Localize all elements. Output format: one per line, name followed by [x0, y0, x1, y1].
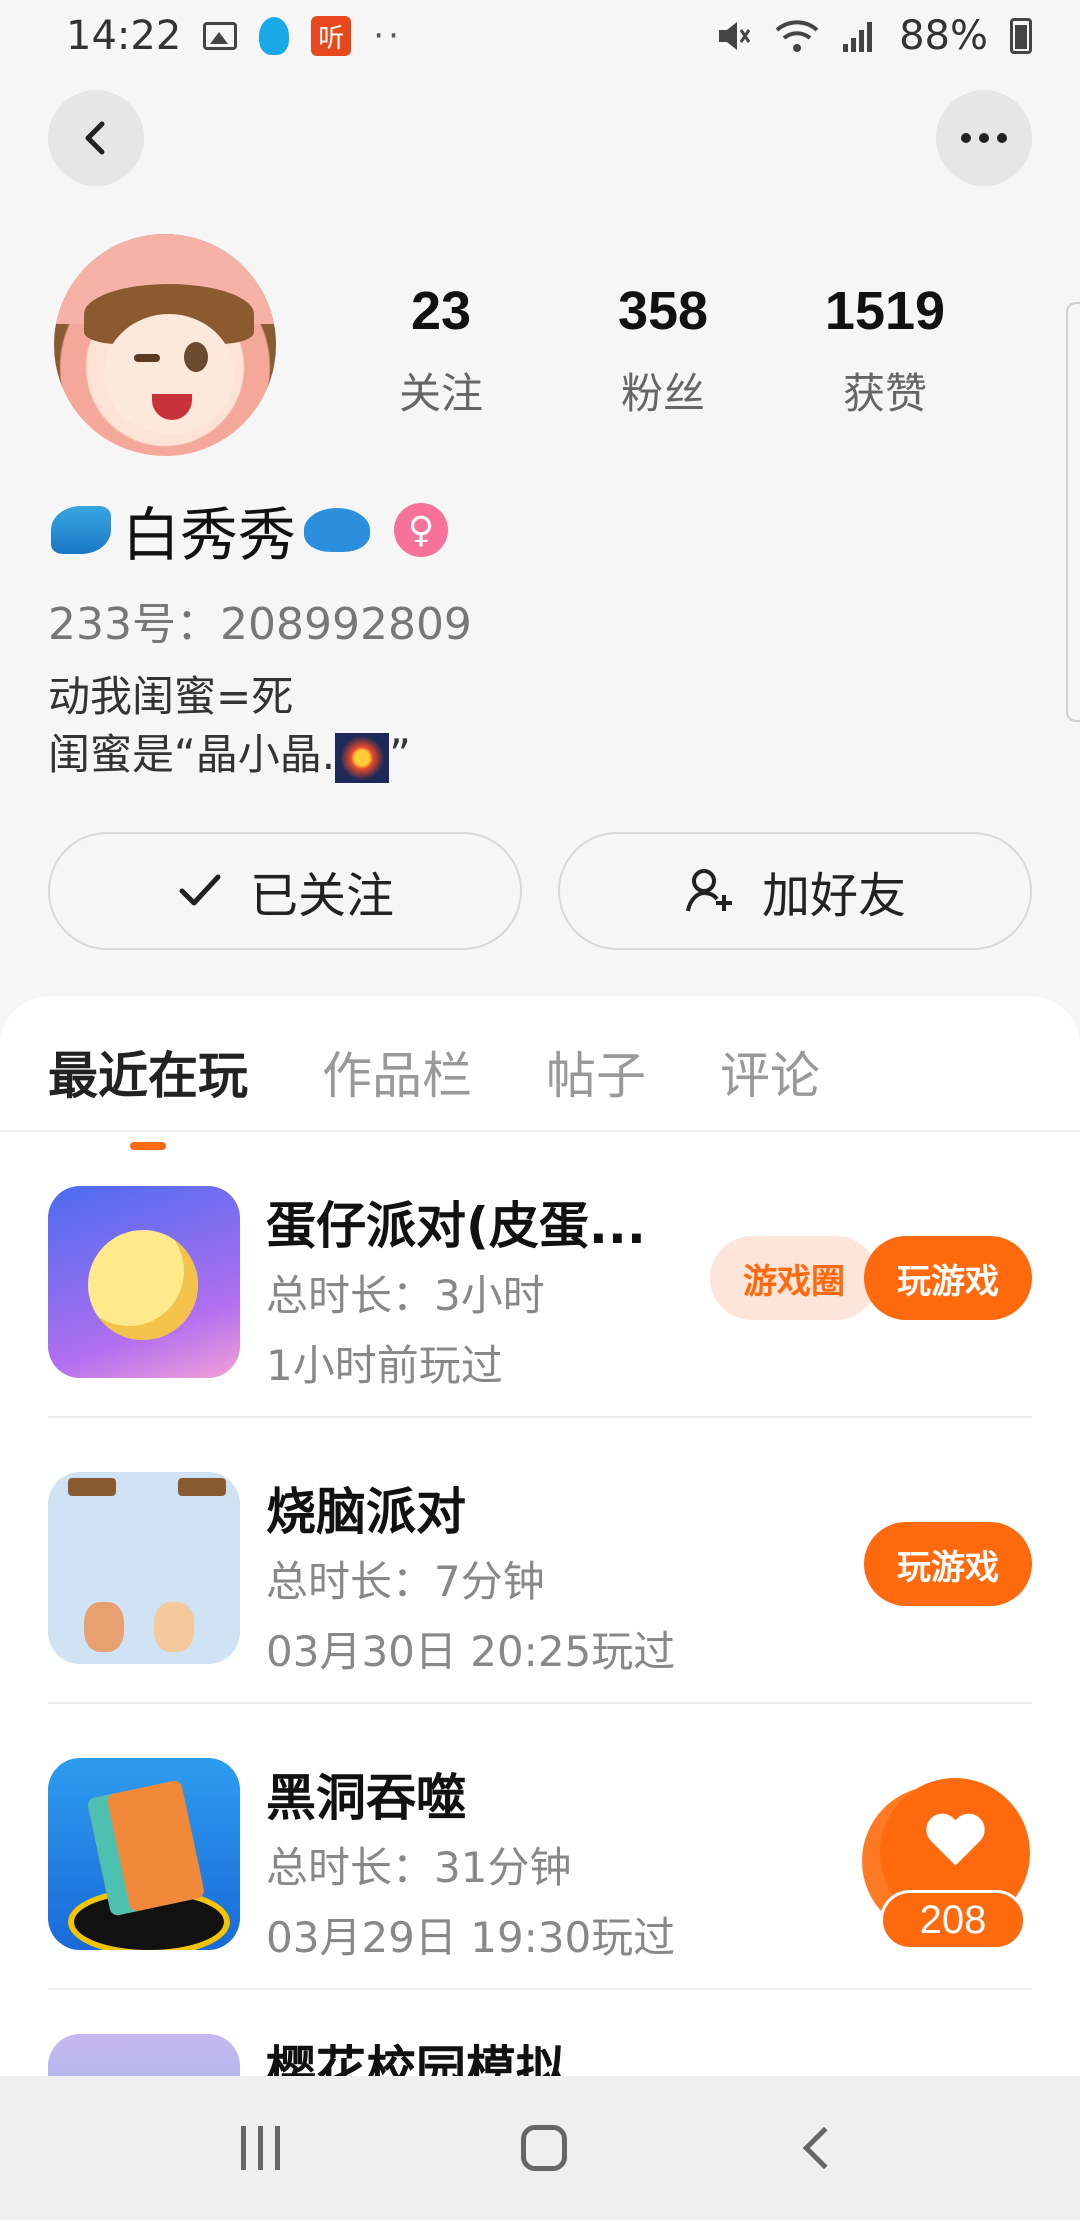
ting-icon: 听	[311, 16, 352, 56]
game-last-played: 03月30日 20:25玩过	[266, 1627, 676, 1676]
followed-button[interactable]: 已关注	[48, 832, 522, 950]
stat-fans[interactable]: 358 粉丝	[552, 280, 774, 421]
bio-line: 闺蜜是“晶小晶.”	[48, 726, 411, 784]
stat-label: 获赞	[842, 369, 927, 418]
avatar[interactable]	[50, 230, 280, 460]
chevron-left-icon	[85, 121, 105, 155]
game-icon[interactable]	[48, 1186, 240, 1378]
game-icon[interactable]	[48, 1472, 240, 1664]
game-last-played: 03月29日 19:30玩过	[266, 1913, 676, 1962]
heart-icon	[924, 1815, 986, 1871]
game-duration: 总时长：7分钟	[266, 1557, 545, 1606]
game-circle-button[interactable]: 游戏圈	[710, 1236, 878, 1320]
like-button[interactable]: 208	[880, 1778, 1030, 1950]
play-game-button[interactable]: 玩游戏	[864, 1236, 1032, 1320]
profile-stats: 23 关注 358 粉丝 1519 获赞	[330, 280, 1030, 421]
female-icon: ♀	[394, 503, 449, 557]
stat-value: 358	[617, 281, 709, 341]
back-button[interactable]	[48, 90, 144, 186]
add-friend-label: 加好友	[761, 868, 906, 924]
play-game-button[interactable]: 玩游戏	[864, 1522, 1032, 1606]
more-options-button[interactable]	[936, 90, 1032, 186]
status-bar: 14:22 听 ·· 88%	[0, 0, 1080, 72]
image-icon	[203, 22, 238, 50]
game-duration: 总时长：3小时	[266, 1271, 545, 1320]
bio-line: 动我闺蜜=死	[48, 672, 294, 721]
firework-icon	[335, 732, 390, 783]
side-scroll-indicator[interactable]	[1066, 302, 1080, 722]
game-duration: 总时长：31分钟	[266, 1843, 572, 1892]
stat-likes[interactable]: 1519 获赞	[774, 280, 996, 421]
followed-label: 已关注	[249, 868, 394, 924]
mute-icon	[719, 22, 751, 50]
profile-name-row: 白秀秀 ♀	[48, 488, 449, 572]
game-title: 烧脑派对	[266, 1483, 466, 1541]
game-list: 蛋仔派对(皮蛋... 总时长：3小时 1小时前玩过 游戏圈 玩游戏 烧脑派对 总…	[48, 1132, 1032, 2110]
like-count: 208	[880, 1890, 1026, 1950]
add-user-icon	[686, 869, 732, 912]
wifi-icon	[775, 20, 819, 52]
whale-icon	[304, 497, 371, 563]
signal-icon	[843, 22, 873, 52]
recent-apps-button[interactable]	[240, 2126, 280, 2170]
user-id: 233号：208992809	[48, 599, 472, 650]
game-icon[interactable]	[48, 1758, 240, 1950]
system-back-button[interactable]	[802, 2126, 846, 2170]
stat-value: 1519	[824, 281, 946, 341]
status-time: 14:22	[66, 13, 182, 59]
more-notifications-icon: ··	[373, 16, 403, 56]
game-last-played: 1小时前玩过	[266, 1341, 503, 1390]
check-icon	[179, 874, 221, 906]
dolphin-icon	[48, 497, 114, 563]
profile-name: 白秀秀	[122, 501, 297, 569]
stat-label: 粉丝	[620, 369, 705, 418]
add-friend-button[interactable]: 加好友	[558, 832, 1032, 950]
game-title: 黑洞吞噬	[266, 1769, 466, 1827]
battery-percent: 88%	[899, 13, 988, 59]
qq-icon	[259, 17, 290, 55]
system-nav-bar	[0, 2076, 1080, 2220]
profile-bio: 动我闺蜜=死 闺蜜是“晶小晶.”	[48, 668, 411, 784]
list-item[interactable]: 烧脑派对 总时长：7分钟 03月30日 20:25玩过 玩游戏	[48, 1418, 1032, 1704]
more-icon	[961, 133, 1007, 143]
list-item[interactable]: 蛋仔派对(皮蛋... 总时长：3小时 1小时前玩过 游戏圈 玩游戏	[48, 1132, 1032, 1418]
home-button[interactable]	[521, 2125, 568, 2171]
profile-actions: 已关注 加好友	[48, 832, 1032, 950]
stat-value: 23	[410, 281, 472, 341]
battery-icon	[1010, 18, 1032, 54]
game-title: 蛋仔派对(皮蛋...	[266, 1197, 646, 1255]
stat-following[interactable]: 23 关注	[330, 280, 552, 421]
stat-label: 关注	[398, 369, 483, 418]
